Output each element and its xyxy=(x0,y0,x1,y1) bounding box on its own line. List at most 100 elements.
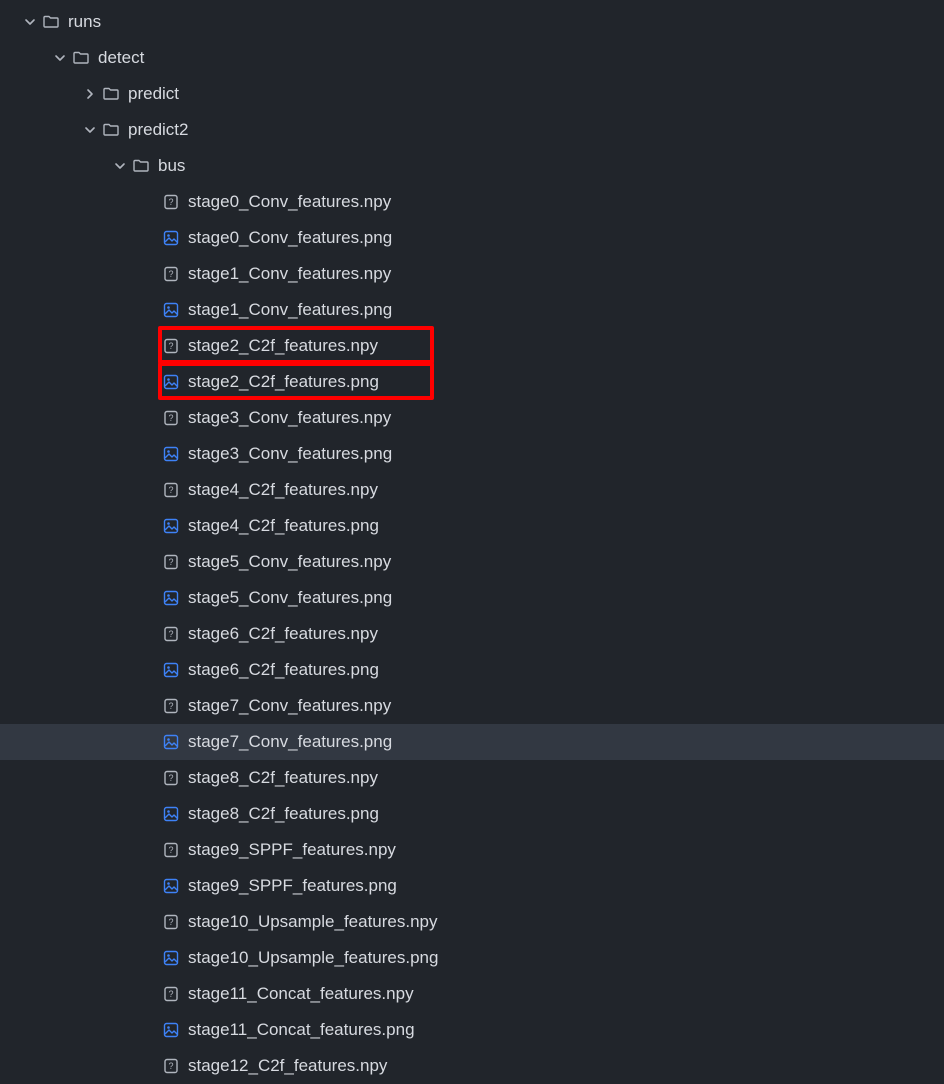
tree-file[interactable]: ? stage11_Concat_features.npy xyxy=(0,976,944,1012)
svg-text:?: ? xyxy=(168,629,173,639)
tree-file[interactable]: stage8_C2f_features.png xyxy=(0,796,944,832)
tree-item-label: stage1_Conv_features.npy xyxy=(188,264,391,284)
tree-folder[interactable]: bus xyxy=(0,148,944,184)
chevron-down-icon[interactable] xyxy=(52,50,68,66)
tree-item-label: stage5_Conv_features.png xyxy=(188,588,392,608)
svg-text:?: ? xyxy=(168,413,173,423)
folder-icon xyxy=(42,13,60,31)
tree-file[interactable]: ? stage8_C2f_features.npy xyxy=(0,760,944,796)
tree-file[interactable]: stage2_C2f_features.png xyxy=(0,364,944,400)
tree-folder[interactable]: runs xyxy=(0,4,944,40)
chevron-right-icon[interactable] xyxy=(82,86,98,102)
tree-file[interactable]: ? stage3_Conv_features.npy xyxy=(0,400,944,436)
tree-item-label: runs xyxy=(68,12,101,32)
tree-file[interactable]: stage4_C2f_features.png xyxy=(0,508,944,544)
tree-folder[interactable]: detect xyxy=(0,40,944,76)
tree-item-label: stage2_C2f_features.npy xyxy=(188,336,378,356)
folder-icon xyxy=(132,157,150,175)
tree-item-label: stage1_Conv_features.png xyxy=(188,300,392,320)
tree-item-label: predict2 xyxy=(128,120,188,140)
tree-file[interactable]: ? stage0_Conv_features.npy xyxy=(0,184,944,220)
image-file-icon xyxy=(162,229,180,247)
tree-file[interactable]: ? stage6_C2f_features.npy xyxy=(0,616,944,652)
tree-item-label: stage10_Upsample_features.png xyxy=(188,948,438,968)
image-file-icon xyxy=(162,949,180,967)
tree-item-label: stage5_Conv_features.npy xyxy=(188,552,391,572)
tree-file[interactable]: ? stage12_C2f_features.npy xyxy=(0,1048,944,1084)
tree-file[interactable]: ? stage4_C2f_features.npy xyxy=(0,472,944,508)
svg-text:?: ? xyxy=(168,557,173,567)
tree-file[interactable]: ? stage5_Conv_features.npy xyxy=(0,544,944,580)
tree-item-label: stage7_Conv_features.png xyxy=(188,732,392,752)
unknown-file-icon: ? xyxy=(162,265,180,283)
image-file-icon xyxy=(162,1021,180,1039)
tree-item-label: stage7_Conv_features.npy xyxy=(188,696,391,716)
tree-item-label: stage6_C2f_features.png xyxy=(188,660,379,680)
svg-text:?: ? xyxy=(168,989,173,999)
tree-file[interactable]: stage1_Conv_features.png xyxy=(0,292,944,328)
tree-file[interactable]: ? stage9_SPPF_features.npy xyxy=(0,832,944,868)
chevron-down-icon[interactable] xyxy=(22,14,38,30)
tree-item-label: stage0_Conv_features.npy xyxy=(188,192,391,212)
svg-text:?: ? xyxy=(168,269,173,279)
chevron-down-icon[interactable] xyxy=(82,122,98,138)
image-file-icon xyxy=(162,589,180,607)
tree-item-label: stage8_C2f_features.png xyxy=(188,804,379,824)
tree-item-label: stage3_Conv_features.png xyxy=(188,444,392,464)
tree-file[interactable]: stage7_Conv_features.png xyxy=(0,724,944,760)
unknown-file-icon: ? xyxy=(162,841,180,859)
tree-file[interactable]: ? stage7_Conv_features.npy xyxy=(0,688,944,724)
svg-text:?: ? xyxy=(168,845,173,855)
tree-file[interactable]: stage9_SPPF_features.png xyxy=(0,868,944,904)
tree-item-label: stage11_Concat_features.npy xyxy=(188,984,414,1004)
unknown-file-icon: ? xyxy=(162,913,180,931)
folder-icon xyxy=(102,85,120,103)
tree-file[interactable]: stage0_Conv_features.png xyxy=(0,220,944,256)
tree-file[interactable]: ? stage1_Conv_features.npy xyxy=(0,256,944,292)
svg-text:?: ? xyxy=(168,917,173,927)
tree-file[interactable]: stage6_C2f_features.png xyxy=(0,652,944,688)
tree-folder[interactable]: predict2 xyxy=(0,112,944,148)
tree-item-label: stage9_SPPF_features.npy xyxy=(188,840,396,860)
tree-item-label: stage0_Conv_features.png xyxy=(188,228,392,248)
svg-text:?: ? xyxy=(168,197,173,207)
tree-item-label: stage8_C2f_features.npy xyxy=(188,768,378,788)
tree-item-label: bus xyxy=(158,156,185,176)
unknown-file-icon: ? xyxy=(162,985,180,1003)
tree-item-label: detect xyxy=(98,48,144,68)
tree-file[interactable]: ? stage10_Upsample_features.npy xyxy=(0,904,944,940)
tree-folder[interactable]: predict xyxy=(0,76,944,112)
unknown-file-icon: ? xyxy=(162,481,180,499)
svg-text:?: ? xyxy=(168,701,173,711)
image-file-icon xyxy=(162,445,180,463)
tree-item-label: stage12_C2f_features.npy xyxy=(188,1056,387,1076)
image-file-icon xyxy=(162,373,180,391)
tree-item-label: stage2_C2f_features.png xyxy=(188,372,379,392)
svg-text:?: ? xyxy=(168,773,173,783)
file-tree: runs detect predict predict2 bus? stage0_Conv… xyxy=(0,0,944,1084)
image-file-icon xyxy=(162,877,180,895)
svg-text:?: ? xyxy=(168,341,173,351)
image-file-icon xyxy=(162,733,180,751)
image-file-icon xyxy=(162,805,180,823)
svg-text:?: ? xyxy=(168,485,173,495)
tree-item-label: stage3_Conv_features.npy xyxy=(188,408,391,428)
tree-item-label: stage11_Concat_features.png xyxy=(188,1020,415,1040)
tree-item-label: stage10_Upsample_features.npy xyxy=(188,912,438,932)
tree-file[interactable]: stage10_Upsample_features.png xyxy=(0,940,944,976)
tree-file[interactable]: stage5_Conv_features.png xyxy=(0,580,944,616)
file-tree-container: runs detect predict predict2 bus? stage0_Conv… xyxy=(0,0,944,1084)
image-file-icon xyxy=(162,301,180,319)
chevron-down-icon[interactable] xyxy=(112,158,128,174)
tree-file[interactable]: stage11_Concat_features.png xyxy=(0,1012,944,1048)
tree-file[interactable]: ? stage2_C2f_features.npy xyxy=(0,328,944,364)
image-file-icon xyxy=(162,517,180,535)
unknown-file-icon: ? xyxy=(162,697,180,715)
unknown-file-icon: ? xyxy=(162,1057,180,1075)
unknown-file-icon: ? xyxy=(162,337,180,355)
tree-item-label: stage6_C2f_features.npy xyxy=(188,624,378,644)
tree-item-label: predict xyxy=(128,84,179,104)
tree-file[interactable]: stage3_Conv_features.png xyxy=(0,436,944,472)
tree-item-label: stage4_C2f_features.npy xyxy=(188,480,378,500)
unknown-file-icon: ? xyxy=(162,625,180,643)
